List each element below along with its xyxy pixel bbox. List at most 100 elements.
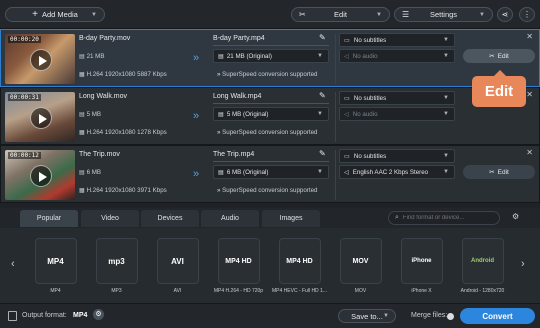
merge-files-toggle[interactable] bbox=[447, 313, 454, 320]
scissors-icon: ✂ bbox=[299, 10, 306, 19]
subtitles-dropdown[interactable]: ▭ No subtitles ▼ bbox=[339, 149, 455, 163]
output-format-value[interactable]: MP4 bbox=[73, 312, 87, 319]
video-icon: ▦ bbox=[79, 129, 87, 136]
iphone-icon: iPhone bbox=[400, 238, 443, 284]
settings-label: Settings bbox=[429, 10, 458, 19]
audio-dropdown[interactable]: ◁ English AAC 2 Kbps Stereo ▼ bbox=[339, 165, 455, 179]
duration-badge: 00:00:12 bbox=[8, 152, 41, 159]
tab-devices[interactable]: Devices bbox=[141, 210, 199, 227]
format-item[interactable]: MOV MOV bbox=[333, 238, 388, 294]
source-size: ▤ 21 MB bbox=[79, 53, 104, 60]
format-item[interactable]: MP4 HD MP4 H.264 - HD 720p bbox=[211, 238, 266, 294]
quicktime-icon: MOV bbox=[339, 238, 382, 284]
format-item[interactable]: MP4 HD MP4 HEVC - Full HD 1... bbox=[272, 238, 327, 294]
speaker-muted-icon: ◁ bbox=[344, 52, 349, 60]
audio-value: English AAC 2 Kbps Stereo bbox=[352, 168, 429, 176]
chevron-right-icon[interactable]: › bbox=[521, 258, 525, 270]
chevron-down-icon: ▼ bbox=[383, 313, 389, 319]
close-icon[interactable]: ✕ bbox=[526, 148, 533, 157]
edit-toolbar-button[interactable]: ✂ Edit ▼ bbox=[291, 7, 390, 22]
chevron-left-icon[interactable]: ‹ bbox=[11, 258, 15, 270]
file-icon: ▤ bbox=[218, 168, 224, 176]
format-search-input[interactable] bbox=[402, 215, 491, 221]
audio-dropdown[interactable]: ◁ No audio ▼ bbox=[339, 107, 455, 121]
close-icon[interactable]: ✕ bbox=[526, 90, 533, 99]
edit-callout: Edit bbox=[472, 70, 526, 107]
format-item[interactable]: AVI AVI bbox=[150, 238, 205, 294]
save-to-button[interactable]: Save to... ▼ bbox=[338, 309, 396, 323]
superspeed-label: SuperSpeed conversion supported bbox=[222, 187, 318, 194]
settings-gear-icon[interactable]: ⚙ bbox=[512, 212, 519, 221]
add-media-button[interactable]: + Add Media ▼ bbox=[5, 7, 105, 22]
subtitles-value: No subtitles bbox=[353, 36, 387, 44]
subtitles-dropdown[interactable]: ▭ No subtitles ▼ bbox=[339, 33, 455, 47]
format-item[interactable]: mp3 MP3 bbox=[89, 238, 144, 294]
format-icon-text: AVI bbox=[171, 256, 184, 266]
source-codec: ▦ H.264 1920x1080 3971 Kbps bbox=[79, 187, 167, 194]
source-size-value: 5 MB bbox=[86, 111, 102, 118]
format-label: iPhone X bbox=[411, 288, 432, 294]
format-tabs: Popular Video Devices Audio Images ⌕ ⚙ bbox=[0, 208, 540, 228]
speaker-icon: ◁ bbox=[344, 168, 349, 176]
output-size-value: 5 MB (Original) bbox=[226, 110, 269, 118]
tab-images[interactable]: Images bbox=[262, 210, 320, 227]
video-thumbnail[interactable]: 00:00:31 bbox=[5, 92, 75, 142]
tab-popular[interactable]: Popular bbox=[20, 210, 78, 227]
format-icon-text: mp3 bbox=[108, 256, 125, 266]
more-menu-button[interactable]: ⋮ bbox=[519, 7, 535, 22]
format-item[interactable]: MP4 MP4 bbox=[28, 238, 83, 294]
convert-arrow-icon: » bbox=[193, 110, 200, 122]
subtitles-value: No subtitles bbox=[353, 152, 387, 160]
convert-button[interactable]: Convert bbox=[460, 308, 535, 324]
output-filename[interactable]: Long Walk.mp4 bbox=[213, 93, 261, 100]
output-settings-icon[interactable]: ⚙ bbox=[93, 309, 104, 320]
scissors-icon: ✂ bbox=[489, 169, 495, 176]
task-row[interactable]: 00:00:12 The Trip.mov ▤ 6 MB ▦ H.264 192… bbox=[0, 145, 540, 203]
format-item[interactable]: Android Android - 1280x720 bbox=[455, 238, 510, 294]
share-button[interactable]: ⋖ bbox=[497, 7, 513, 22]
audio-dropdown[interactable]: ◁ No audio ▼ bbox=[339, 49, 455, 63]
pencil-icon[interactable]: ✎ bbox=[319, 33, 326, 42]
tab-video[interactable]: Video bbox=[81, 210, 139, 227]
add-media-label: Add Media bbox=[41, 10, 78, 19]
chevron-down-icon: ▼ bbox=[443, 53, 449, 59]
task-row[interactable]: 00:00:20 B-day Party.mov ▤ 21 MB ▦ H.264… bbox=[0, 29, 540, 87]
output-size-value: 6 MB (Original) bbox=[226, 168, 269, 176]
superspeed-badge: » SuperSpeed conversion supported bbox=[217, 187, 317, 194]
video-thumbnail[interactable]: 00:00:20 bbox=[5, 34, 75, 84]
output-size-dropdown[interactable]: ▤ 5 MB (Original) ▼ bbox=[213, 107, 329, 121]
convert-label: Convert bbox=[482, 311, 513, 321]
speech-bubble-icon: ▭ bbox=[344, 152, 350, 160]
format-icon-text: MOV bbox=[352, 257, 369, 265]
chevron-down-icon: ▼ bbox=[317, 53, 323, 59]
output-filename[interactable]: B-day Party.mp4 bbox=[213, 35, 265, 42]
subtitles-dropdown[interactable]: ▭ No subtitles ▼ bbox=[339, 91, 455, 105]
gear-icon: ☰ bbox=[402, 10, 410, 19]
output-filename[interactable]: The Trip.mp4 bbox=[213, 151, 254, 158]
divider bbox=[335, 34, 336, 84]
mp4-icon: MP4 bbox=[34, 238, 77, 284]
video-thumbnail[interactable]: 00:00:12 bbox=[5, 150, 75, 200]
chevron-down-icon: ▼ bbox=[443, 153, 449, 159]
format-search[interactable]: ⌕ bbox=[388, 211, 500, 225]
edit-task-button[interactable]: ✂ Edit bbox=[463, 165, 535, 179]
format-label: AVI bbox=[173, 288, 182, 294]
settings-button[interactable]: ☰ Settings ▼ bbox=[394, 7, 493, 22]
chevron-down-icon: ▼ bbox=[443, 111, 449, 117]
format-label: MP3 bbox=[111, 288, 122, 294]
search-icon: ⌕ bbox=[395, 214, 399, 221]
tab-audio[interactable]: Audio bbox=[201, 210, 259, 227]
play-icon[interactable] bbox=[30, 107, 52, 129]
pencil-icon[interactable]: ✎ bbox=[319, 91, 326, 100]
play-icon[interactable] bbox=[30, 165, 52, 187]
task-row[interactable]: 00:00:31 Long Walk.mov ▤ 5 MB ▦ H.264 19… bbox=[0, 87, 540, 145]
output-format-label: Output format: bbox=[22, 312, 67, 319]
pencil-icon[interactable]: ✎ bbox=[319, 149, 326, 158]
play-icon[interactable] bbox=[30, 49, 52, 71]
mp3-icon: mp3 bbox=[95, 238, 138, 284]
format-item[interactable]: iPhone iPhone X bbox=[394, 238, 449, 294]
output-size-dropdown[interactable]: ▤ 6 MB (Original) ▼ bbox=[213, 165, 329, 179]
close-icon[interactable]: ✕ bbox=[526, 32, 533, 41]
edit-task-button[interactable]: ✂ Edit bbox=[463, 49, 535, 63]
output-size-dropdown[interactable]: ▤ 21 MB (Original) ▼ bbox=[213, 49, 329, 63]
